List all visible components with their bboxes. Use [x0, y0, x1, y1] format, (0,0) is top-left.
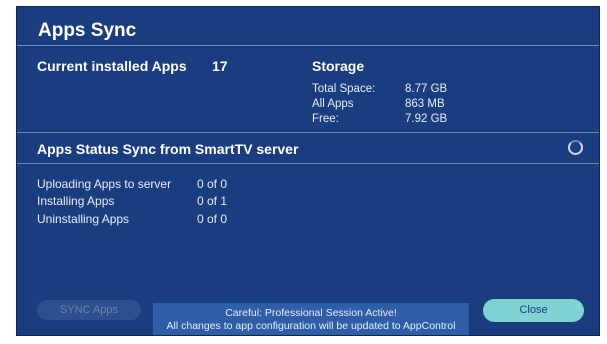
- all-apps-value: 863 MB: [405, 98, 445, 110]
- total-space-label: Total Space:: [312, 83, 376, 95]
- installing-apps-label: Installing Apps: [37, 194, 115, 208]
- sync-section-title: Apps Status Sync from SmartTV server: [37, 141, 299, 157]
- divider: [17, 132, 599, 133]
- loading-spinner-icon: [568, 140, 583, 155]
- uploading-apps-label: Uploading Apps to server: [37, 177, 172, 191]
- uninstalling-apps-value: 0 of 0: [197, 212, 228, 226]
- uninstalling-apps-label: Uninstalling Apps: [37, 212, 130, 226]
- notice-line2: All changes to app configuration will be…: [166, 320, 456, 332]
- dialog-title: Apps Sync: [38, 20, 137, 41]
- close-button[interactable]: Close: [483, 299, 584, 322]
- current-apps-label: Current installed Apps: [37, 58, 187, 74]
- storage-title: Storage: [312, 58, 365, 74]
- all-apps-label: All Apps: [312, 98, 354, 110]
- uploading-apps-value: 0 of 0: [197, 177, 228, 191]
- notice-line1: Careful: Professional Session Active!: [225, 307, 397, 319]
- free-label: Free:: [312, 113, 339, 125]
- current-apps-count: 17: [212, 58, 228, 74]
- free-value: 7.92 GB: [405, 113, 448, 125]
- professional-session-notice: Careful: Professional Session Active! Al…: [153, 303, 469, 335]
- installing-apps-value: 0 of 1: [197, 194, 228, 208]
- apps-sync-dialog: Apps Sync Current installed Apps 17 Stor…: [16, 6, 600, 336]
- divider: [17, 163, 599, 164]
- sync-apps-button[interactable]: SYNC Apps: [37, 300, 141, 320]
- total-space-value: 8.77 GB: [405, 83, 448, 95]
- divider: [17, 45, 599, 46]
